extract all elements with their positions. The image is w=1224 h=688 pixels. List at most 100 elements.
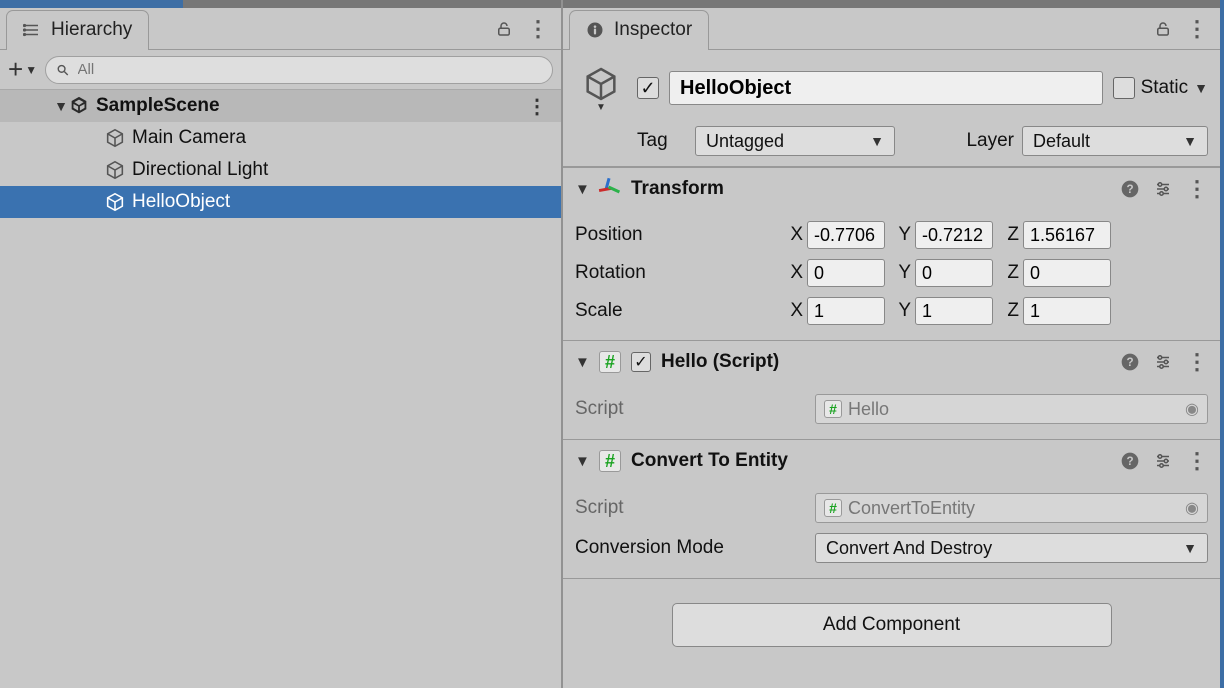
component-enable-checkbox[interactable]: ✓ xyxy=(631,352,651,372)
lock-icon[interactable] xyxy=(1154,20,1172,38)
component-header[interactable]: ▼ # Convert To Entity ? ⋮ xyxy=(563,440,1220,482)
script-name: Hello xyxy=(848,399,889,420)
tab-hierarchy[interactable]: Hierarchy xyxy=(6,10,149,50)
script-object-field[interactable]: #Hello ◉ xyxy=(815,394,1208,424)
script-icon: # xyxy=(599,351,621,373)
caret-down-icon[interactable]: ▼ xyxy=(1194,80,1208,96)
add-button[interactable]: + ▼ xyxy=(8,62,37,78)
cube-icon xyxy=(104,127,126,149)
position-z-input[interactable] xyxy=(1023,221,1111,249)
preset-icon[interactable] xyxy=(1154,452,1172,470)
axis-x-label: X xyxy=(785,262,803,284)
component-hello-script: ▼ # ✓ Hello (Script) ? ⋮ Script #Hello ◉ xyxy=(563,340,1220,439)
kebab-icon[interactable]: ⋮ xyxy=(1186,450,1208,472)
transform-icon xyxy=(599,178,621,200)
lock-icon[interactable] xyxy=(495,20,513,38)
position-label: Position xyxy=(575,224,785,246)
script-name: ConvertToEntity xyxy=(848,498,975,519)
inspector-tabbar: Inspector ⋮ xyxy=(563,8,1220,50)
script-label: Script xyxy=(575,497,815,519)
scale-x-input[interactable] xyxy=(807,297,885,325)
pane-top-accent xyxy=(563,0,1220,8)
kebab-icon[interactable]: ⋮ xyxy=(527,94,555,119)
help-icon[interactable]: ? xyxy=(1120,179,1140,199)
search-icon xyxy=(56,63,69,77)
caret-down-icon: ▼ xyxy=(870,133,884,149)
scale-z-input[interactable] xyxy=(1023,297,1111,325)
tag-dropdown[interactable]: Untagged ▼ xyxy=(695,126,895,156)
kebab-icon[interactable]: ⋮ xyxy=(1186,18,1208,40)
cube-icon xyxy=(104,159,126,181)
add-component-label: Add Component xyxy=(823,614,960,636)
position-y-input[interactable] xyxy=(915,221,993,249)
help-icon[interactable]: ? xyxy=(1120,352,1140,372)
tree-item-main-camera[interactable]: Main Camera xyxy=(0,122,561,154)
component-title: Convert To Entity xyxy=(631,450,788,472)
tree-item-label: HelloObject xyxy=(132,191,230,213)
kebab-icon[interactable]: ⋮ xyxy=(1186,351,1208,373)
preset-icon[interactable] xyxy=(1154,353,1172,371)
plus-icon: + xyxy=(8,62,23,78)
active-checkbox[interactable]: ✓ xyxy=(637,77,659,99)
rotation-label: Rotation xyxy=(575,262,785,284)
svg-text:?: ? xyxy=(1126,183,1133,196)
rotation-z-input[interactable] xyxy=(1023,259,1111,287)
object-name-input[interactable] xyxy=(669,71,1103,105)
component-title: Hello (Script) xyxy=(661,351,779,373)
help-icon[interactable]: ? xyxy=(1120,451,1140,471)
scale-label: Scale xyxy=(575,300,785,322)
divider xyxy=(563,578,1220,579)
layer-dropdown[interactable]: Default ▼ xyxy=(1022,126,1208,156)
component-header[interactable]: ▼ Transform ? ⋮ xyxy=(563,168,1220,210)
tag-label: Tag xyxy=(637,130,687,152)
conversion-mode-label: Conversion Mode xyxy=(575,537,815,559)
axis-y-label: Y xyxy=(893,262,911,284)
tree-item-directional-light[interactable]: Directional Light xyxy=(0,154,561,186)
cube-icon xyxy=(104,191,126,213)
object-type-icon[interactable]: ▼ xyxy=(575,62,627,114)
scene-row[interactable]: ▼ SampleScene ⋮ xyxy=(0,90,561,122)
component-header[interactable]: ▼ # ✓ Hello (Script) ? ⋮ xyxy=(563,341,1220,383)
svg-text:?: ? xyxy=(1126,356,1133,369)
tab-label: Hierarchy xyxy=(51,19,132,41)
axis-x-label: X xyxy=(785,224,803,246)
rotation-x-input[interactable] xyxy=(807,259,885,287)
inspector-object-header: ▼ ✓ Static ▼ Tag Untagged ▼ Layer Defa xyxy=(563,50,1220,167)
pane-top-accent xyxy=(0,0,561,8)
rotation-y-input[interactable] xyxy=(915,259,993,287)
caret-down-icon: ▼ xyxy=(25,63,37,77)
component-transform: ▼ Transform ? ⋮ Position X Y Z xyxy=(563,167,1220,340)
scale-y-input[interactable] xyxy=(915,297,993,325)
search-input[interactable] xyxy=(45,56,553,84)
position-x-input[interactable] xyxy=(807,221,885,249)
app-root: Hierarchy ⋮ + ▼ ▼ xyxy=(0,0,1224,688)
tab-inspector[interactable]: Inspector xyxy=(569,10,709,50)
foldout-icon[interactable]: ▼ xyxy=(575,453,589,470)
script-label: Script xyxy=(575,398,815,420)
tree-item-label: Directional Light xyxy=(132,159,268,181)
object-picker-icon[interactable]: ◉ xyxy=(1185,498,1199,518)
kebab-icon[interactable]: ⋮ xyxy=(1186,178,1208,200)
tab-label: Inspector xyxy=(614,19,692,41)
hierarchy-toolbar: + ▼ xyxy=(0,50,561,90)
preset-icon[interactable] xyxy=(1154,180,1172,198)
conversion-mode-dropdown[interactable]: Convert And Destroy ▼ xyxy=(815,533,1208,563)
foldout-icon[interactable]: ▼ xyxy=(54,98,68,114)
info-icon xyxy=(586,21,604,39)
axis-x-label: X xyxy=(785,300,803,322)
caret-down-icon: ▼ xyxy=(596,102,606,113)
tree-item-hello-object[interactable]: HelloObject xyxy=(0,186,561,218)
search-field[interactable] xyxy=(76,60,542,79)
layer-label: Layer xyxy=(946,130,1014,152)
kebab-icon[interactable]: ⋮ xyxy=(527,18,549,40)
object-picker-icon[interactable]: ◉ xyxy=(1185,399,1199,419)
script-object-field[interactable]: #ConvertToEntity ◉ xyxy=(815,493,1208,523)
axis-z-label: Z xyxy=(1001,262,1019,284)
static-checkbox[interactable] xyxy=(1113,77,1135,99)
foldout-icon[interactable]: ▼ xyxy=(575,181,589,198)
axis-z-label: Z xyxy=(1001,300,1019,322)
component-title: Transform xyxy=(631,178,724,200)
add-component-button[interactable]: Add Component xyxy=(672,603,1112,647)
hierarchy-tree: ▼ SampleScene ⋮ Main Camera Directional … xyxy=(0,90,561,688)
foldout-icon[interactable]: ▼ xyxy=(575,354,589,371)
